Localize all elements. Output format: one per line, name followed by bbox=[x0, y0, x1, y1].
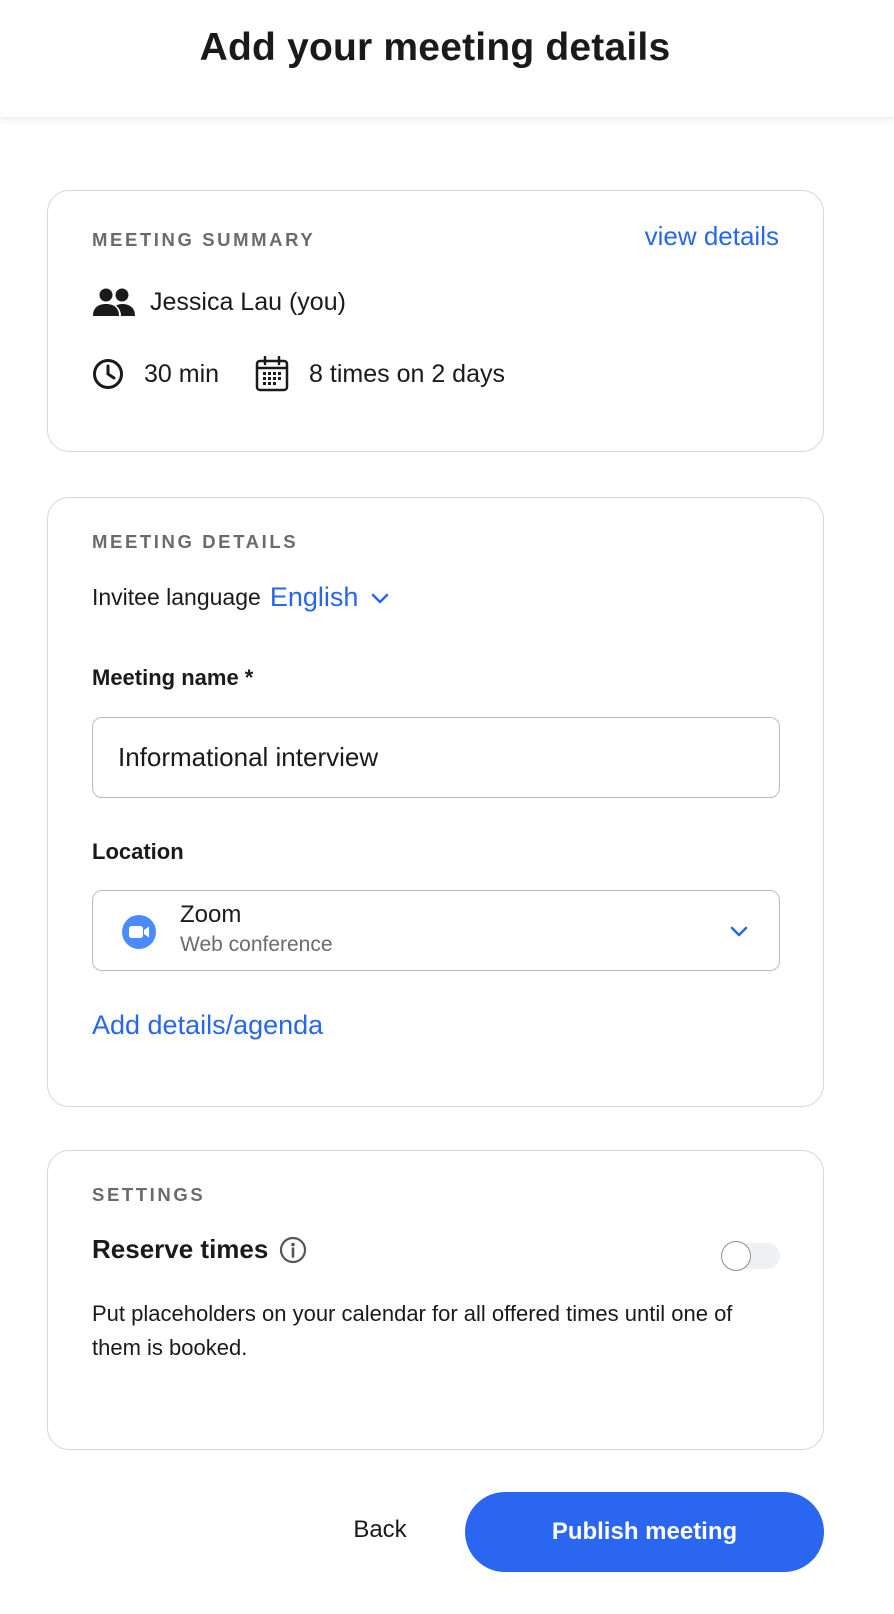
meeting-summary-card: MEETING SUMMARY view details Jessica Lau… bbox=[47, 190, 824, 452]
toggle-knob bbox=[721, 1241, 751, 1271]
reserve-times-row: Reserve times bbox=[92, 1234, 307, 1265]
settings-label: SETTINGS bbox=[92, 1184, 206, 1205]
reserve-times-toggle[interactable] bbox=[721, 1241, 780, 1271]
location-label: Location bbox=[92, 839, 184, 864]
page-header: Add your meeting details bbox=[0, 0, 894, 118]
people-icon bbox=[92, 287, 136, 317]
chevron-down-icon bbox=[370, 591, 390, 605]
meeting-name-input[interactable] bbox=[92, 717, 780, 798]
calendar-icon bbox=[255, 356, 289, 392]
invitee-language-label: Invitee language bbox=[92, 584, 261, 610]
meeting-name-label: Meeting name * bbox=[92, 665, 254, 690]
settings-card: SETTINGS Reserve times Put placeholders … bbox=[47, 1150, 824, 1450]
duration-text: 30 min bbox=[144, 359, 220, 388]
add-details-agenda-link[interactable]: Add details/agenda bbox=[92, 1010, 323, 1041]
host-row: Jessica Lau (you) bbox=[92, 287, 346, 317]
invitee-language-value: English bbox=[269, 582, 359, 612]
host-name: Jessica Lau (you) bbox=[150, 287, 346, 316]
times-text: 8 times on 2 days bbox=[309, 359, 505, 388]
location-select[interactable]: Zoom Web conference bbox=[92, 890, 780, 971]
reserve-times-label: Reserve times bbox=[92, 1234, 269, 1264]
clock-icon bbox=[92, 358, 124, 390]
chevron-down-icon bbox=[729, 924, 749, 938]
publish-meeting-button[interactable]: Publish meeting bbox=[465, 1492, 824, 1572]
invitee-language-row: Invitee language English bbox=[92, 582, 390, 613]
meeting-details-card: MEETING DETAILS Invitee language English… bbox=[47, 497, 824, 1107]
location-title: Zoom bbox=[180, 901, 242, 928]
meeting-summary-label: MEETING SUMMARY bbox=[92, 229, 316, 250]
back-button[interactable]: Back bbox=[322, 1490, 438, 1570]
invitee-language-dropdown[interactable]: English bbox=[270, 582, 391, 613]
location-subtitle: Web conference bbox=[180, 933, 333, 956]
view-details-link[interactable]: view details bbox=[645, 221, 779, 252]
meeting-details-label: MEETING DETAILS bbox=[92, 531, 299, 552]
page-title: Add your meeting details bbox=[199, 26, 671, 69]
zoom-icon bbox=[121, 914, 157, 950]
schedule-row: 30 min 8 times on 2 days bbox=[92, 356, 505, 392]
reserve-times-description: Put placeholders on your calendar for al… bbox=[92, 1301, 733, 1360]
info-icon[interactable] bbox=[279, 1236, 307, 1264]
